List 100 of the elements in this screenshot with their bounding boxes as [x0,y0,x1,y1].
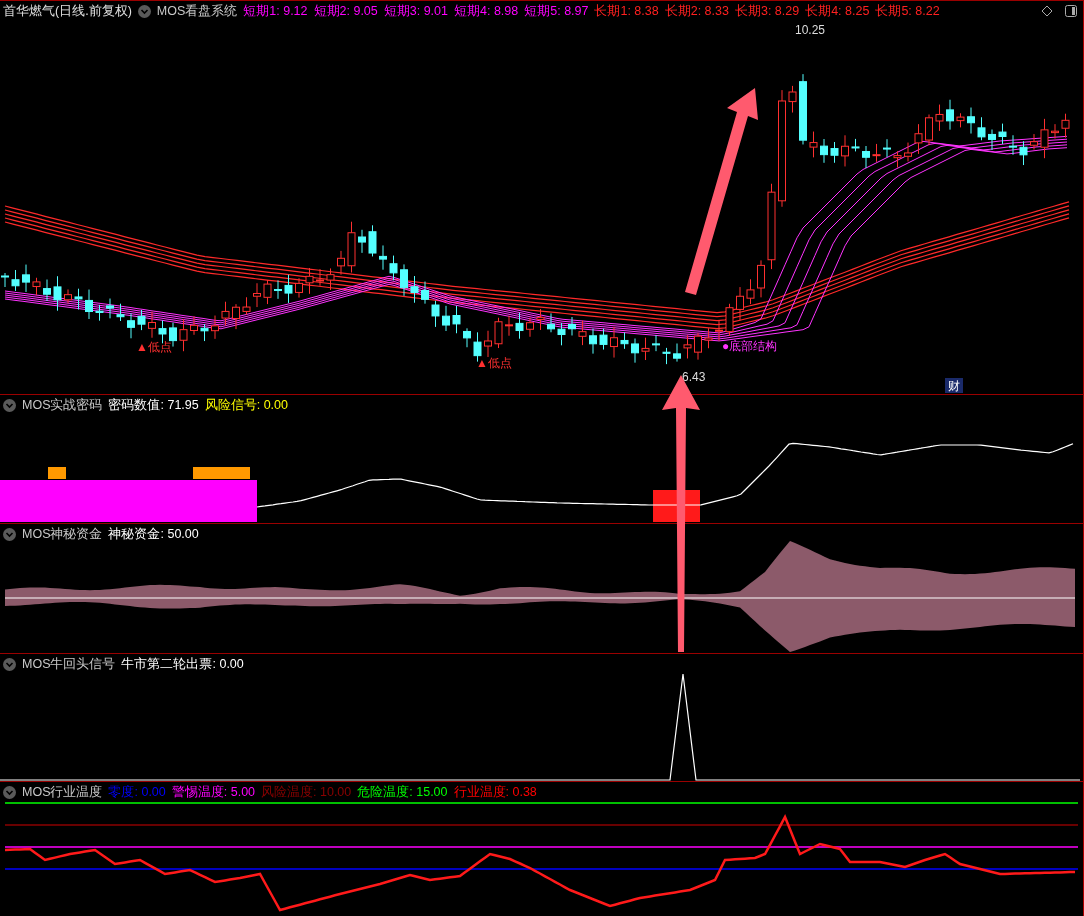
candlestick [914,123,923,155]
candlestick [946,99,954,131]
candlestick [326,267,335,291]
candlestick [347,221,356,273]
candlestick [253,282,261,308]
indicator-name: MOS神秘资金 [22,525,103,543]
candlestick [704,327,713,349]
candlestick [872,143,881,163]
candlestick [190,315,198,336]
risk-bar [48,467,66,479]
candlestick [851,138,860,152]
candlestick [652,334,660,352]
candlestick [893,150,902,168]
indicator-name: MOS牛回头信号 [22,655,116,673]
collapse-icon[interactable] [3,527,16,541]
collapse-icon[interactable] [3,785,16,799]
candlestick [389,255,398,281]
risk-bar [193,467,250,479]
candlestick [53,275,62,312]
candlestick [463,327,471,348]
candlestick [536,308,545,331]
candlestick [232,303,240,330]
collapse-icon[interactable] [3,657,16,671]
candlestick [988,129,996,151]
indicator-value: 长期5: 8.22 [875,2,940,20]
low-point-label: ▲低点 [136,340,172,354]
candlestick [421,281,429,305]
collapse-icon[interactable] [3,398,16,412]
candlestick [11,269,20,292]
stock-title: 首华燃气(日线.前复权) [3,2,132,20]
candlestick [757,259,765,298]
candlestick [515,312,524,340]
indicator-value: 神秘资金: 50.00 [108,525,199,543]
finance-tag: 财 [945,378,963,393]
candlestick [368,224,377,257]
indicator-value: 风险温度: 10.00 [261,783,352,801]
candlestick [977,116,986,141]
candlestick [1051,123,1059,140]
candlestick [1,272,9,288]
candlestick [95,304,104,322]
candlestick [841,134,849,167]
candlestick [694,332,702,361]
candlestick [620,331,629,350]
indicator-value: 长期4: 8.25 [805,2,870,20]
candlestick [274,279,282,300]
candlestick [179,318,188,352]
candlestick [305,267,314,295]
indicator-value: 短期1: 9.12 [243,2,308,20]
candlestick [662,347,671,365]
candlestick [715,319,723,342]
candlestick [379,244,387,271]
candlestick [925,114,933,146]
candlestick [1030,133,1038,151]
indicator-value: 短期3: 9.01 [383,2,448,20]
candlestick [410,275,419,304]
candlestick [967,107,975,135]
candlestick [337,250,345,276]
candlestick [631,338,639,364]
candlestick [295,277,303,299]
indicator-value: 行业温度: 0.38 [453,783,537,801]
indicator-value: 警惕温度: 5.00 [171,783,256,801]
candlestick [998,123,1007,145]
candlestick [148,311,156,339]
indicator-name: MOS实战密码 [22,396,103,414]
indicator-value: 牛市第二轮出票: 0.00 [121,655,244,673]
candlestick [400,263,408,297]
candlestick [1040,118,1049,159]
candlestick [64,288,72,304]
candlestick [442,305,450,332]
candlestick [242,296,251,316]
indicator-value: 短期4: 8.98 [454,2,519,20]
panel-toggle-icon[interactable] [1065,5,1077,17]
indicator-value: 密码数值: 71.95 [108,396,199,414]
diamond-icon[interactable] [1041,5,1053,17]
candlestick [85,289,93,320]
indicator-value: 短期5: 8.97 [524,2,589,20]
candlestick [683,334,692,359]
candlestick [32,277,41,296]
candlestick [116,303,125,322]
indicator-name: MOS行业温度 [22,783,103,801]
high-price-label: 10.25 [795,23,826,37]
candlestick [641,337,650,361]
candlestick [862,145,870,169]
indicator-value: 长期2: 8.33 [664,2,729,20]
candlestick [788,85,797,114]
candlestick [956,112,965,128]
candlestick [263,279,272,305]
candlestick [799,73,807,145]
candlestick [316,268,324,287]
indicator-value: 短期2: 9.05 [313,2,378,20]
candlestick [221,301,230,327]
candlestick [43,279,51,302]
candlestick [610,326,618,359]
candlestick [106,298,114,319]
collapse-icon[interactable] [137,4,151,18]
indicator-value: 危险温度: 15.00 [357,783,448,801]
candlestick [746,278,755,305]
low-price-label: 6.43 [682,370,706,384]
candlestick [452,305,461,334]
indicator-name: MOS看盘系统 [156,2,238,20]
